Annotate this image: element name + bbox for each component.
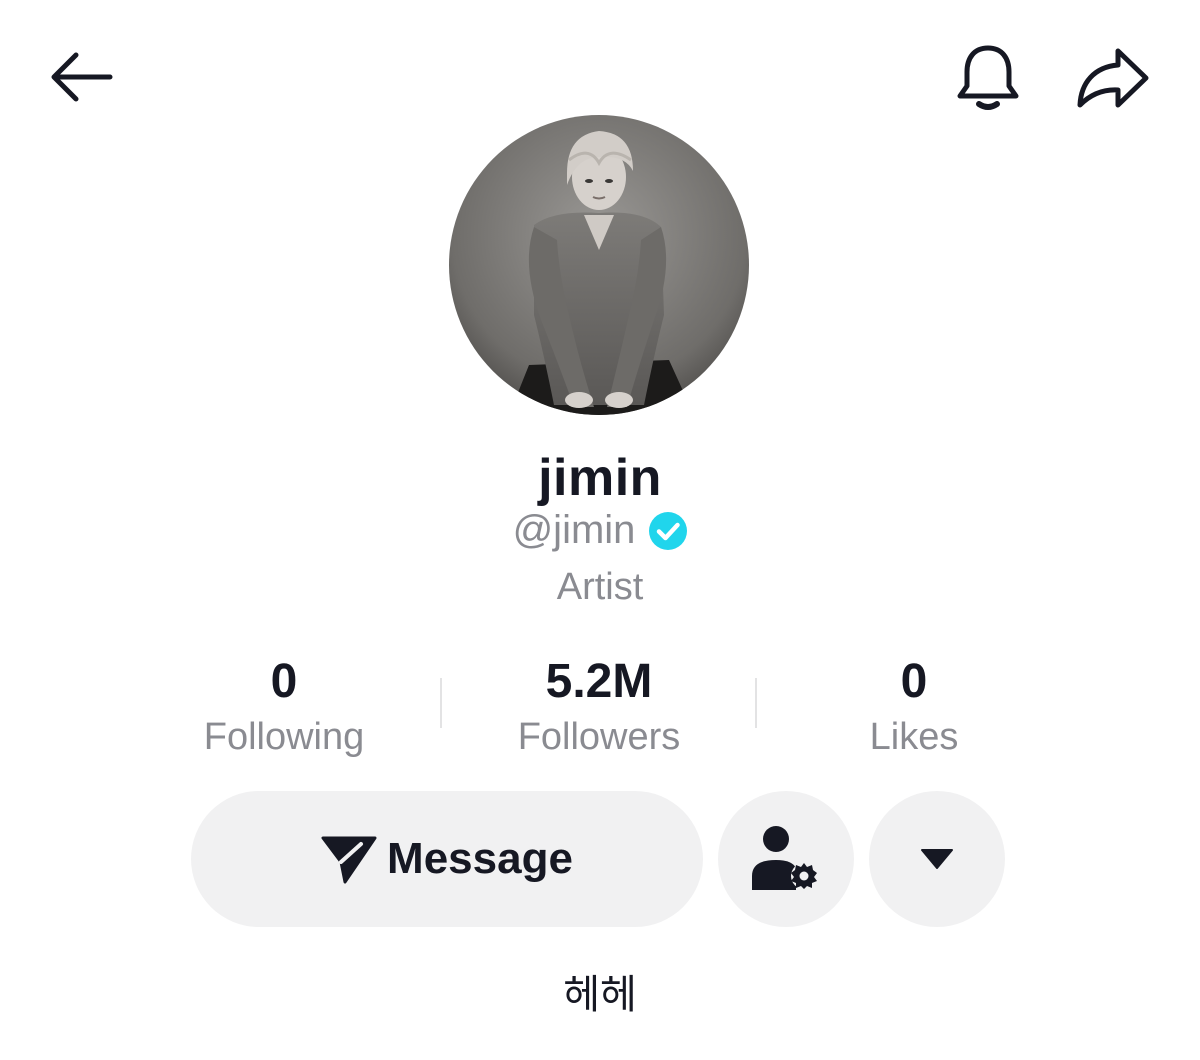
display-name: jimin xyxy=(538,449,662,507)
back-button[interactable] xyxy=(40,42,120,112)
bell-icon xyxy=(957,45,1019,110)
share-button[interactable] xyxy=(1070,40,1154,116)
profile-avatar[interactable] xyxy=(449,115,749,415)
stats-divider xyxy=(755,678,757,728)
likes-count: 0 xyxy=(900,655,928,708)
caret-down-icon xyxy=(921,849,953,869)
username-handle: @jimin xyxy=(512,508,636,552)
verified-badge-icon xyxy=(649,511,688,550)
message-button[interactable]: Message xyxy=(191,791,703,927)
followers-label: Followers xyxy=(517,716,681,758)
following-count: 0 xyxy=(270,655,298,708)
arrow-left-icon xyxy=(51,52,113,102)
share-arrow-icon xyxy=(1077,48,1149,108)
friend-settings-button[interactable] xyxy=(718,791,854,927)
bio-text: 헤헤 xyxy=(563,972,637,1018)
account-category: Artist xyxy=(556,566,644,608)
message-button-label: Message xyxy=(387,834,573,883)
handle-row: @jimin xyxy=(0,508,1200,553)
following-label: Following xyxy=(203,716,365,758)
send-icon xyxy=(321,836,377,884)
more-options-button[interactable] xyxy=(869,791,1005,927)
likes-label: Likes xyxy=(869,716,959,758)
stat-followers[interactable]: 5.2M Followers xyxy=(469,652,729,760)
avatar-photo xyxy=(449,115,749,415)
followers-count: 5.2M xyxy=(545,655,653,708)
user-settings-icon xyxy=(752,826,817,890)
stats-divider xyxy=(440,678,442,728)
stat-likes[interactable]: 0 Likes xyxy=(784,652,1044,760)
stat-following[interactable]: 0 Following xyxy=(154,652,414,760)
notification-bell-button[interactable] xyxy=(948,38,1028,118)
